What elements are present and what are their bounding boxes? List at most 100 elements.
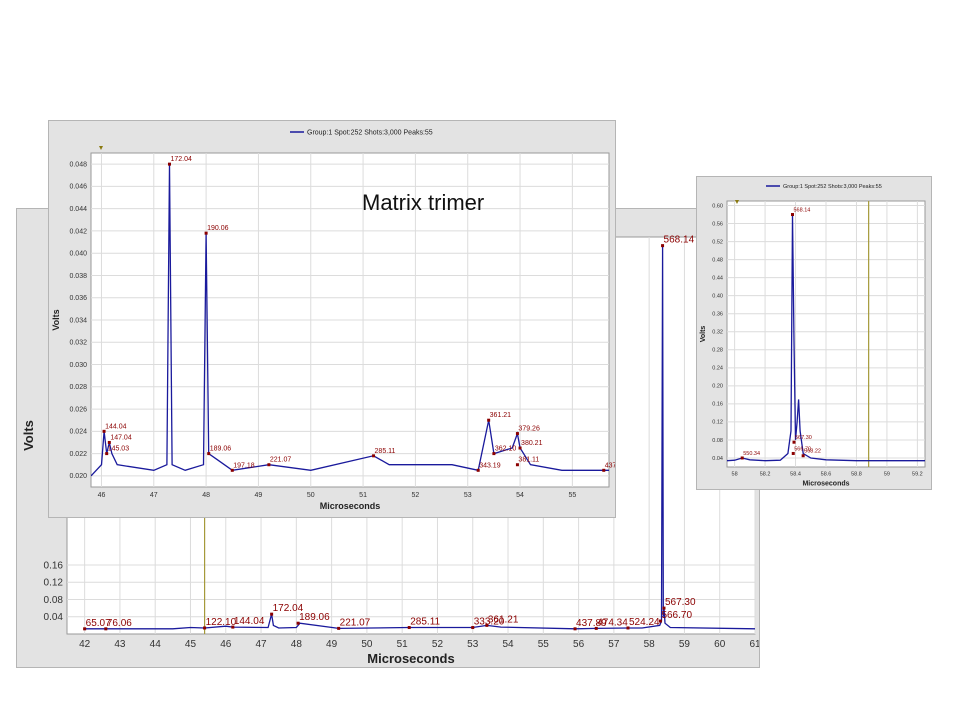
y-tick-label: 0.28	[712, 348, 723, 354]
y-tick-label: 0.04	[712, 456, 723, 462]
y-tick-label: 0.030	[69, 362, 87, 369]
matrix-trimer-annotation: Matrix trimer	[362, 190, 485, 215]
x-tick-label: 48	[291, 639, 303, 650]
y-tick-label: 0.52	[712, 239, 723, 245]
y-tick-label: 0.56	[712, 221, 723, 227]
peak-label: 524.24	[629, 617, 660, 628]
x-tick-label: 49	[255, 492, 263, 499]
peak-label: 437.8	[605, 462, 615, 469]
y-axis-title: Volts	[700, 326, 707, 343]
x-tick-label: 54	[516, 492, 524, 499]
x-tick-label: 58	[644, 639, 656, 650]
x-tick-label: 45	[185, 639, 197, 650]
y-tick-label: 0.60	[712, 203, 723, 209]
legend-entry: Group:1 Spot:252 Shots:3,000 Peaks:55	[307, 129, 433, 136]
x-tick-label: 53	[467, 639, 479, 650]
peak-label: 550.34	[743, 451, 760, 457]
y-tick-label: 0.08	[44, 595, 64, 606]
x-tick-label: 56	[573, 639, 585, 650]
peak-label: 380.21	[521, 440, 543, 447]
peak-label: 567.30	[795, 435, 812, 441]
peak-label: 197.18	[233, 462, 255, 469]
y-axis-title: Volts	[21, 420, 36, 451]
y-tick-label: 0.034	[69, 317, 87, 324]
peak-label: 189.06	[210, 446, 232, 453]
peak-label: 362.10	[495, 446, 517, 453]
y-tick-label: 0.042	[69, 228, 87, 235]
y-tick-label: 0.16	[44, 560, 64, 571]
x-tick-label: 54	[502, 639, 514, 650]
peak-label: 144.04	[234, 616, 265, 627]
peak-label: 379.26	[518, 426, 540, 433]
y-tick-label: 0.24	[712, 366, 723, 372]
x-tick-label: 51	[397, 639, 409, 650]
y-tick-label: 0.048	[69, 161, 87, 168]
x-tick-label: 52	[432, 639, 444, 650]
peak-label: 361.21	[488, 614, 519, 625]
x-tick-label: 53	[464, 492, 472, 499]
y-tick-label: 0.16	[712, 402, 723, 408]
y-tick-label: 0.032	[69, 340, 87, 347]
x-tick-label: 50	[307, 492, 315, 499]
marker-triangle-icon	[99, 146, 103, 150]
x-tick-label: 58.6	[821, 472, 832, 478]
y-tick-label: 0.04	[44, 612, 64, 623]
x-tick-label: 55	[568, 492, 576, 499]
y-tick-label: 0.32	[712, 330, 723, 336]
x-tick-label: 48	[202, 492, 210, 499]
peak-label: 189.06	[299, 612, 330, 623]
peak-label: 343.19	[479, 462, 501, 469]
peak-label: 474.34	[597, 617, 628, 628]
y-tick-label: 0.20	[712, 384, 723, 390]
y-tick-label: 0.028	[69, 384, 87, 391]
y-tick-label: 0.036	[69, 295, 87, 302]
y-tick-label: 0.020	[69, 473, 87, 480]
x-tick-label: 58.2	[760, 472, 771, 478]
x-axis-title: Microseconds	[320, 501, 381, 511]
peak-label: 221.07	[340, 617, 371, 628]
peak-label: 568.14	[793, 208, 810, 214]
y-tick-label: 0.40	[712, 294, 723, 300]
y-tick-label: 0.026	[69, 406, 87, 413]
peak-label: 190.06	[207, 225, 229, 232]
x-tick-label: 46	[220, 639, 232, 650]
x-tick-label: 58.8	[851, 472, 862, 478]
peak-label: 567.30	[665, 597, 696, 608]
peak-label: 285.11	[410, 617, 440, 628]
x-tick-label: 44	[150, 639, 162, 650]
x-tick-label: 59.2	[912, 472, 923, 478]
x-tick-label: 59	[679, 639, 691, 650]
x-tick-label: 49	[326, 639, 338, 650]
x-tick-label: 46	[98, 492, 106, 499]
y-tick-label: 0.44	[712, 275, 723, 281]
legend-entry: Group:1 Spot:252 Shots:3,000 Peaks:55	[783, 184, 882, 190]
y-tick-label: 0.48	[712, 257, 723, 263]
y-tick-label: 0.046	[69, 184, 87, 191]
x-tick-label: 60	[714, 639, 726, 650]
x-tick-label: 50	[361, 639, 373, 650]
zoomed-spectrum-chart: 46 47 48 49 50 51 52 53 54 55 0.020 0.022 0.024 0.026…	[51, 129, 615, 511]
x-tick-label: 52	[412, 492, 420, 499]
x-tick-label: 58	[732, 472, 738, 478]
x-tick-label: 59	[884, 472, 890, 478]
peak-label: 76.06	[107, 618, 132, 629]
x-tick-label: 43	[114, 639, 126, 650]
zoomed-spectrum-panel: 46 47 48 49 50 51 52 53 54 55 0.020 0.022 0.024 0.026…	[48, 120, 616, 518]
inset-spectrum-panel: 58 58.2 58.4 58.6 58.8 59 59.2 0.04 0.08 0.12 0.16…	[696, 176, 932, 490]
x-tick-label: 51	[359, 492, 367, 499]
x-tick-label: 42	[79, 639, 91, 650]
peak-label: 145.03	[108, 446, 130, 453]
peak-label: 144.04	[105, 423, 127, 430]
y-tick-label: 0.12	[44, 578, 64, 589]
y-tick-label: 0.044	[69, 206, 87, 213]
y-tick-label: 0.040	[69, 251, 87, 258]
peak-label: 361.21	[490, 412, 512, 419]
x-tick-label: 61	[749, 639, 759, 650]
x-axis-title: Microseconds	[802, 481, 849, 488]
peak-label: 172.04	[170, 156, 192, 163]
y-tick-label: 0.022	[69, 451, 87, 458]
x-tick-label: 58.4	[790, 472, 801, 478]
y-tick-label: 0.36	[712, 312, 723, 318]
peak-label: 147.04	[110, 434, 132, 441]
y-axis-title: Volts	[51, 309, 61, 330]
